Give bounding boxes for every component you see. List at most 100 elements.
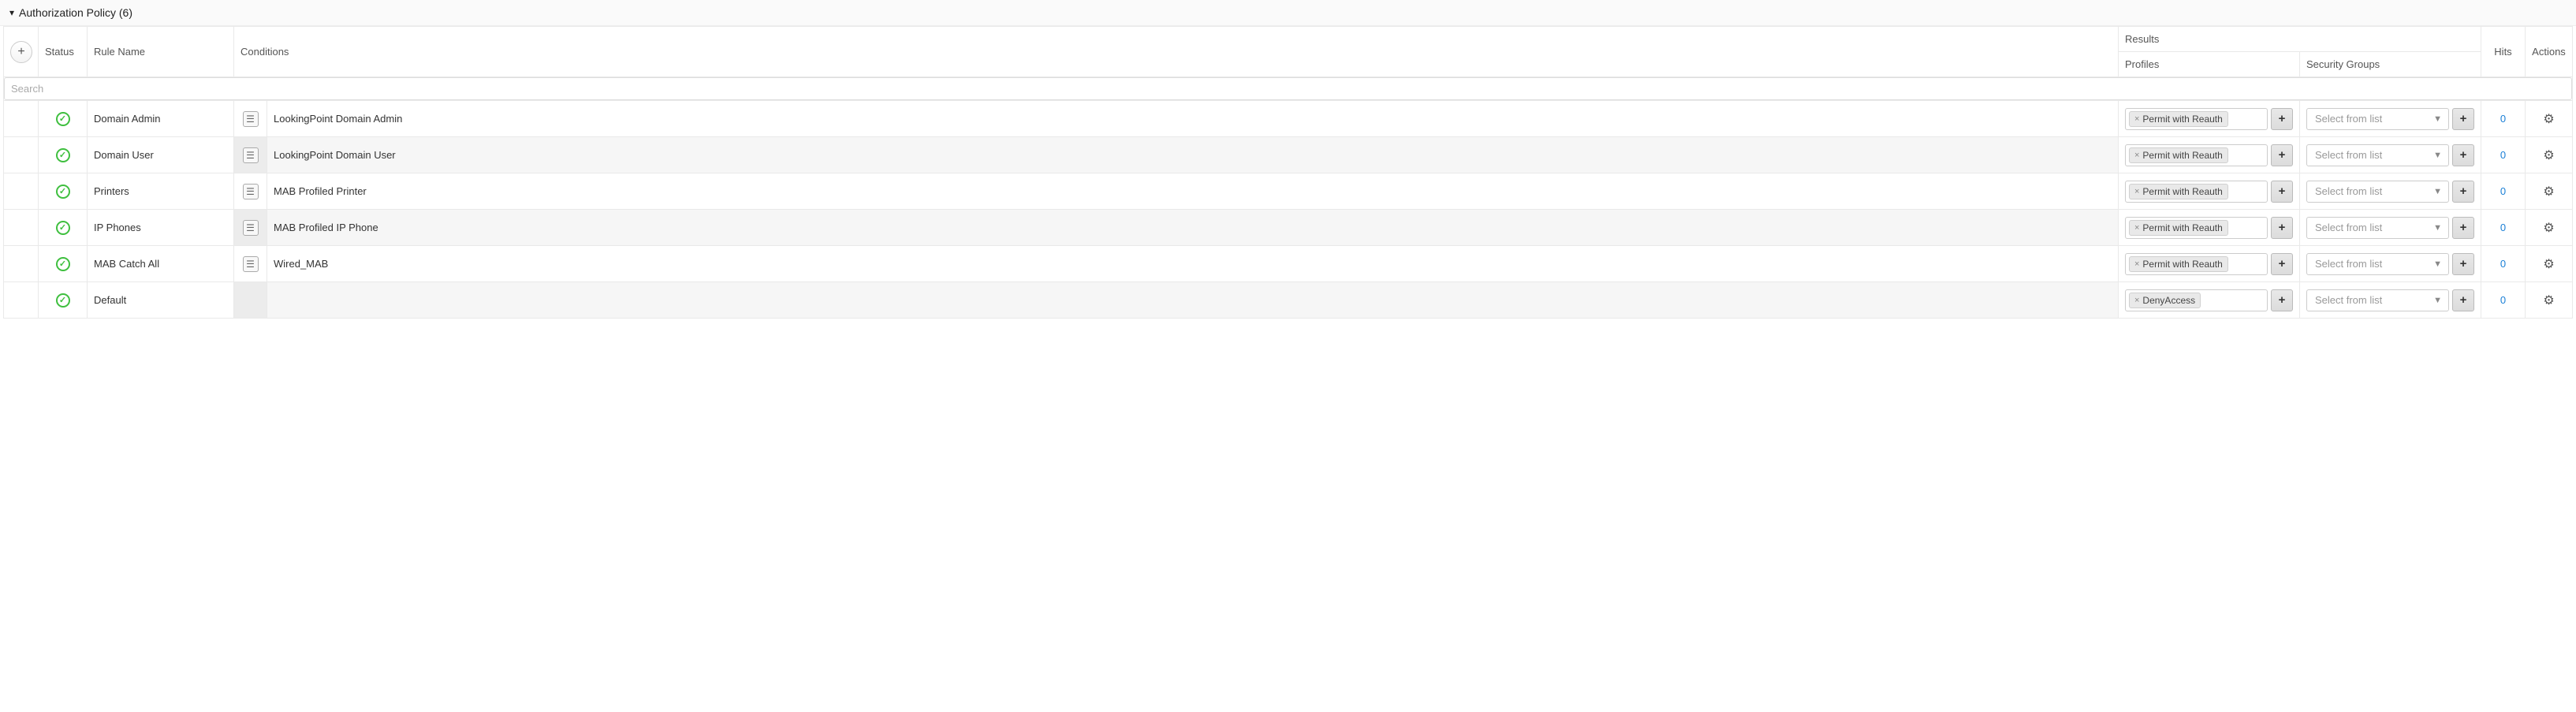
- chevron-down-icon: ▼: [2429, 259, 2447, 269]
- remove-tag-icon[interactable]: ×: [2134, 259, 2139, 269]
- condition-text: MAB Profiled Printer: [274, 185, 367, 197]
- profiles-select[interactable]: ×Permit with Reauth: [2125, 181, 2268, 203]
- table-row[interactable]: MAB Catch All ☰ Wired_MAB ×Permit with Reau…: [4, 246, 2573, 282]
- status-enabled-icon: [56, 257, 70, 271]
- profiles-select[interactable]: ×Permit with Reauth: [2125, 253, 2268, 275]
- add-profile-button[interactable]: +: [2271, 181, 2293, 203]
- col-header-hits: Hits: [2481, 27, 2526, 77]
- profile-tag[interactable]: ×Permit with Reauth: [2129, 184, 2228, 199]
- status-enabled-icon: [56, 148, 70, 162]
- add-security-group-button[interactable]: +: [2452, 253, 2474, 275]
- status-enabled-icon: [56, 293, 70, 308]
- security-group-select[interactable]: Select from list▼: [2306, 108, 2449, 130]
- chevron-down-icon: ▼: [2429, 187, 2447, 196]
- chevron-down-icon: ▼: [2429, 296, 2447, 305]
- table-row[interactable]: Domain Admin ☰ LookingPoint Domain Admin ×P…: [4, 101, 2573, 137]
- security-group-select[interactable]: Select from list▼: [2306, 181, 2449, 203]
- add-rule-button[interactable]: +: [10, 41, 32, 63]
- col-header-security-groups: Security Groups: [2299, 52, 2481, 77]
- gear-icon[interactable]: ⚙: [2543, 293, 2554, 308]
- panel-title: Authorization Policy (6): [19, 6, 132, 19]
- add-security-group-button[interactable]: +: [2452, 217, 2474, 239]
- profiles-select[interactable]: ×DenyAccess: [2125, 289, 2268, 311]
- condition-icon: ☰: [243, 147, 259, 163]
- condition-text: LookingPoint Domain User: [274, 149, 396, 161]
- chevron-down-icon: ▼: [2429, 223, 2447, 233]
- profile-tag[interactable]: ×Permit with Reauth: [2129, 220, 2228, 236]
- col-header-status: Status: [39, 27, 88, 77]
- hits-count-link[interactable]: 0: [2488, 113, 2518, 125]
- chevron-down-icon: ▼: [2429, 151, 2447, 160]
- condition-icon: ☰: [243, 256, 259, 272]
- table-row[interactable]: Domain User ☰ LookingPoint Domain User ×Per…: [4, 137, 2573, 173]
- hits-count-link[interactable]: 0: [2488, 258, 2518, 270]
- chevron-down-icon: ▾: [9, 7, 14, 18]
- remove-tag-icon[interactable]: ×: [2134, 223, 2139, 233]
- add-profile-button[interactable]: +: [2271, 253, 2293, 275]
- table-row[interactable]: Printers ☰ MAB Profiled Printer ×Permit wit…: [4, 173, 2573, 210]
- profiles-select[interactable]: ×Permit with Reauth: [2125, 108, 2268, 130]
- security-group-select[interactable]: Select from list▼: [2306, 217, 2449, 239]
- remove-tag-icon[interactable]: ×: [2134, 151, 2139, 160]
- gear-icon[interactable]: ⚙: [2543, 111, 2554, 127]
- chevron-down-icon: ▼: [2429, 114, 2447, 124]
- security-group-placeholder: Select from list: [2309, 113, 2429, 125]
- hits-count-link[interactable]: 0: [2488, 185, 2518, 197]
- remove-tag-icon[interactable]: ×: [2134, 187, 2139, 196]
- table-row[interactable]: Default×DenyAccess+Select from list▼+0⚙: [4, 282, 2573, 319]
- hits-count-link[interactable]: 0: [2488, 222, 2518, 233]
- rule-name-cell: Domain Admin: [94, 113, 161, 125]
- security-group-placeholder: Select from list: [2309, 258, 2429, 270]
- col-header-profiles: Profiles: [2118, 52, 2299, 77]
- rule-name-cell: Default: [94, 294, 126, 306]
- profile-tag[interactable]: ×Permit with Reauth: [2129, 147, 2228, 163]
- condition-icon: ☰: [243, 111, 259, 127]
- profiles-select[interactable]: ×Permit with Reauth: [2125, 144, 2268, 166]
- add-security-group-button[interactable]: +: [2452, 181, 2474, 203]
- add-profile-button[interactable]: +: [2271, 289, 2293, 311]
- profile-tag[interactable]: ×Permit with Reauth: [2129, 111, 2228, 127]
- policy-table: + Status Rule Name Conditions Results Hi…: [3, 26, 2573, 319]
- profile-tag[interactable]: ×Permit with Reauth: [2129, 256, 2228, 272]
- add-security-group-button[interactable]: +: [2452, 144, 2474, 166]
- gear-icon[interactable]: ⚙: [2543, 256, 2554, 272]
- status-enabled-icon: [56, 185, 70, 199]
- add-security-group-button[interactable]: +: [2452, 289, 2474, 311]
- col-header-results: Results: [2118, 27, 2481, 52]
- add-profile-button[interactable]: +: [2271, 144, 2293, 166]
- security-group-select[interactable]: Select from list▼: [2306, 144, 2449, 166]
- rule-name-cell: IP Phones: [94, 222, 141, 233]
- security-group-placeholder: Select from list: [2309, 222, 2429, 233]
- remove-tag-icon[interactable]: ×: [2134, 296, 2139, 305]
- status-enabled-icon: [56, 112, 70, 126]
- col-header-actions: Actions: [2526, 27, 2573, 77]
- add-security-group-button[interactable]: +: [2452, 108, 2474, 130]
- security-group-select[interactable]: Select from list▼: [2306, 253, 2449, 275]
- profile-tag[interactable]: ×DenyAccess: [2129, 293, 2201, 308]
- gear-icon[interactable]: ⚙: [2543, 147, 2554, 163]
- rule-name-cell: MAB Catch All: [94, 258, 159, 270]
- rule-name-cell: Domain User: [94, 149, 154, 161]
- status-enabled-icon: [56, 221, 70, 235]
- security-group-placeholder: Select from list: [2309, 149, 2429, 161]
- authorization-policy-panel: ▾ Authorization Policy (6) +: [0, 0, 2576, 319]
- condition-icon: ☰: [243, 184, 259, 199]
- profiles-select[interactable]: ×Permit with Reauth: [2125, 217, 2268, 239]
- condition-text: MAB Profiled IP Phone: [274, 222, 378, 233]
- panel-toggle-header[interactable]: ▾ Authorization Policy (6): [0, 0, 2576, 26]
- security-group-select[interactable]: Select from list▼: [2306, 289, 2449, 311]
- gear-icon[interactable]: ⚙: [2543, 184, 2554, 199]
- add-profile-button[interactable]: +: [2271, 217, 2293, 239]
- col-header-rulename: Rule Name: [88, 27, 234, 77]
- gear-icon[interactable]: ⚙: [2543, 220, 2554, 236]
- security-group-placeholder: Select from list: [2309, 185, 2429, 197]
- search-input[interactable]: [4, 77, 2572, 100]
- remove-tag-icon[interactable]: ×: [2134, 114, 2139, 124]
- condition-text: Wired_MAB: [274, 258, 328, 270]
- table-row[interactable]: IP Phones☰MAB Profiled IP Phone×Permit w…: [4, 210, 2573, 246]
- hits-count-link[interactable]: 0: [2488, 294, 2518, 306]
- condition-text: LookingPoint Domain Admin: [274, 113, 402, 125]
- rule-name-cell: Printers: [94, 185, 129, 197]
- add-profile-button[interactable]: +: [2271, 108, 2293, 130]
- hits-count-link[interactable]: 0: [2488, 149, 2518, 161]
